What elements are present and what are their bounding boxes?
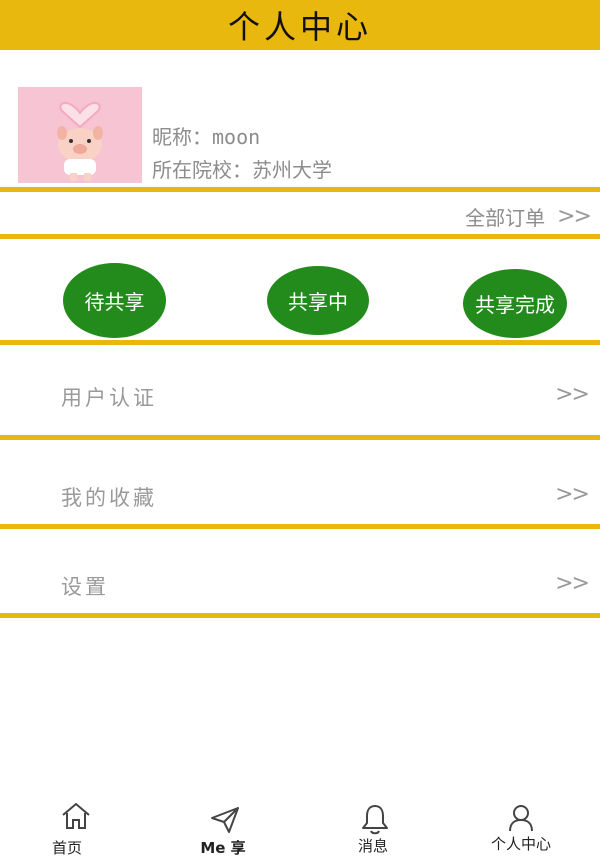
nickname-value: moon — [212, 125, 261, 149]
tab-me-share[interactable]: Me 享 — [150, 795, 300, 858]
page-title: 个人中心 — [227, 8, 372, 46]
divider — [0, 613, 600, 618]
tab-label: 消息 — [357, 837, 388, 855]
header-bar: 个人中心 — [0, 0, 600, 50]
bottom-tab-bar: 首页 Me 享 消息 个人中心 — [0, 795, 600, 858]
menu-item-label: 我的收藏 — [61, 486, 157, 510]
orders-row: 全部订单 >> — [0, 192, 600, 234]
pending-share-button[interactable]: 待共享 — [63, 263, 166, 338]
chevron-right-icon: >> — [555, 482, 590, 507]
menu-item-label: 设置 — [61, 575, 109, 599]
divider — [0, 234, 600, 239]
chevron-right-icon: >> — [557, 204, 592, 229]
pig-avatar-image — [18, 87, 142, 183]
profile-section: 昵称：moon 所在院校：苏州大学 — [0, 50, 600, 187]
menu-item-favorites[interactable]: 我的收藏 >> — [0, 440, 600, 524]
menu-item-settings[interactable]: 设置 >> — [0, 529, 600, 613]
nickname-line: 昵称：moon — [152, 121, 260, 150]
tab-profile[interactable]: 个人中心 — [446, 795, 596, 858]
paper-plane-icon — [211, 807, 239, 833]
school-line: 所在院校：苏州大学 — [152, 154, 332, 183]
chevron-right-icon: >> — [555, 382, 590, 407]
tab-label: Me 享 — [200, 839, 246, 857]
menu-item-user-verification[interactable]: 用户认证 >> — [0, 345, 600, 435]
user-icon — [509, 805, 533, 832]
menu-item-label: 用户认证 — [61, 386, 157, 410]
all-orders-link[interactable]: 全部订单 >> — [465, 202, 592, 231]
chevron-right-icon: >> — [555, 571, 590, 596]
nickname-label: 昵称： — [152, 125, 212, 149]
avatar[interactable] — [18, 87, 142, 183]
tab-home[interactable]: 首页 — [0, 795, 150, 858]
tab-label: 个人中心 — [490, 835, 551, 853]
school-value: 苏州大学 — [252, 158, 332, 182]
bell-icon — [362, 805, 388, 835]
all-orders-label: 全部订单 — [465, 206, 546, 230]
tab-label: 首页 — [51, 839, 82, 857]
tab-messages[interactable]: 消息 — [300, 795, 450, 858]
sharing-button[interactable]: 共享中 — [267, 266, 369, 335]
home-icon — [62, 802, 90, 829]
school-label: 所在院校： — [152, 158, 252, 182]
share-complete-button[interactable]: 共享完成 — [463, 269, 567, 338]
